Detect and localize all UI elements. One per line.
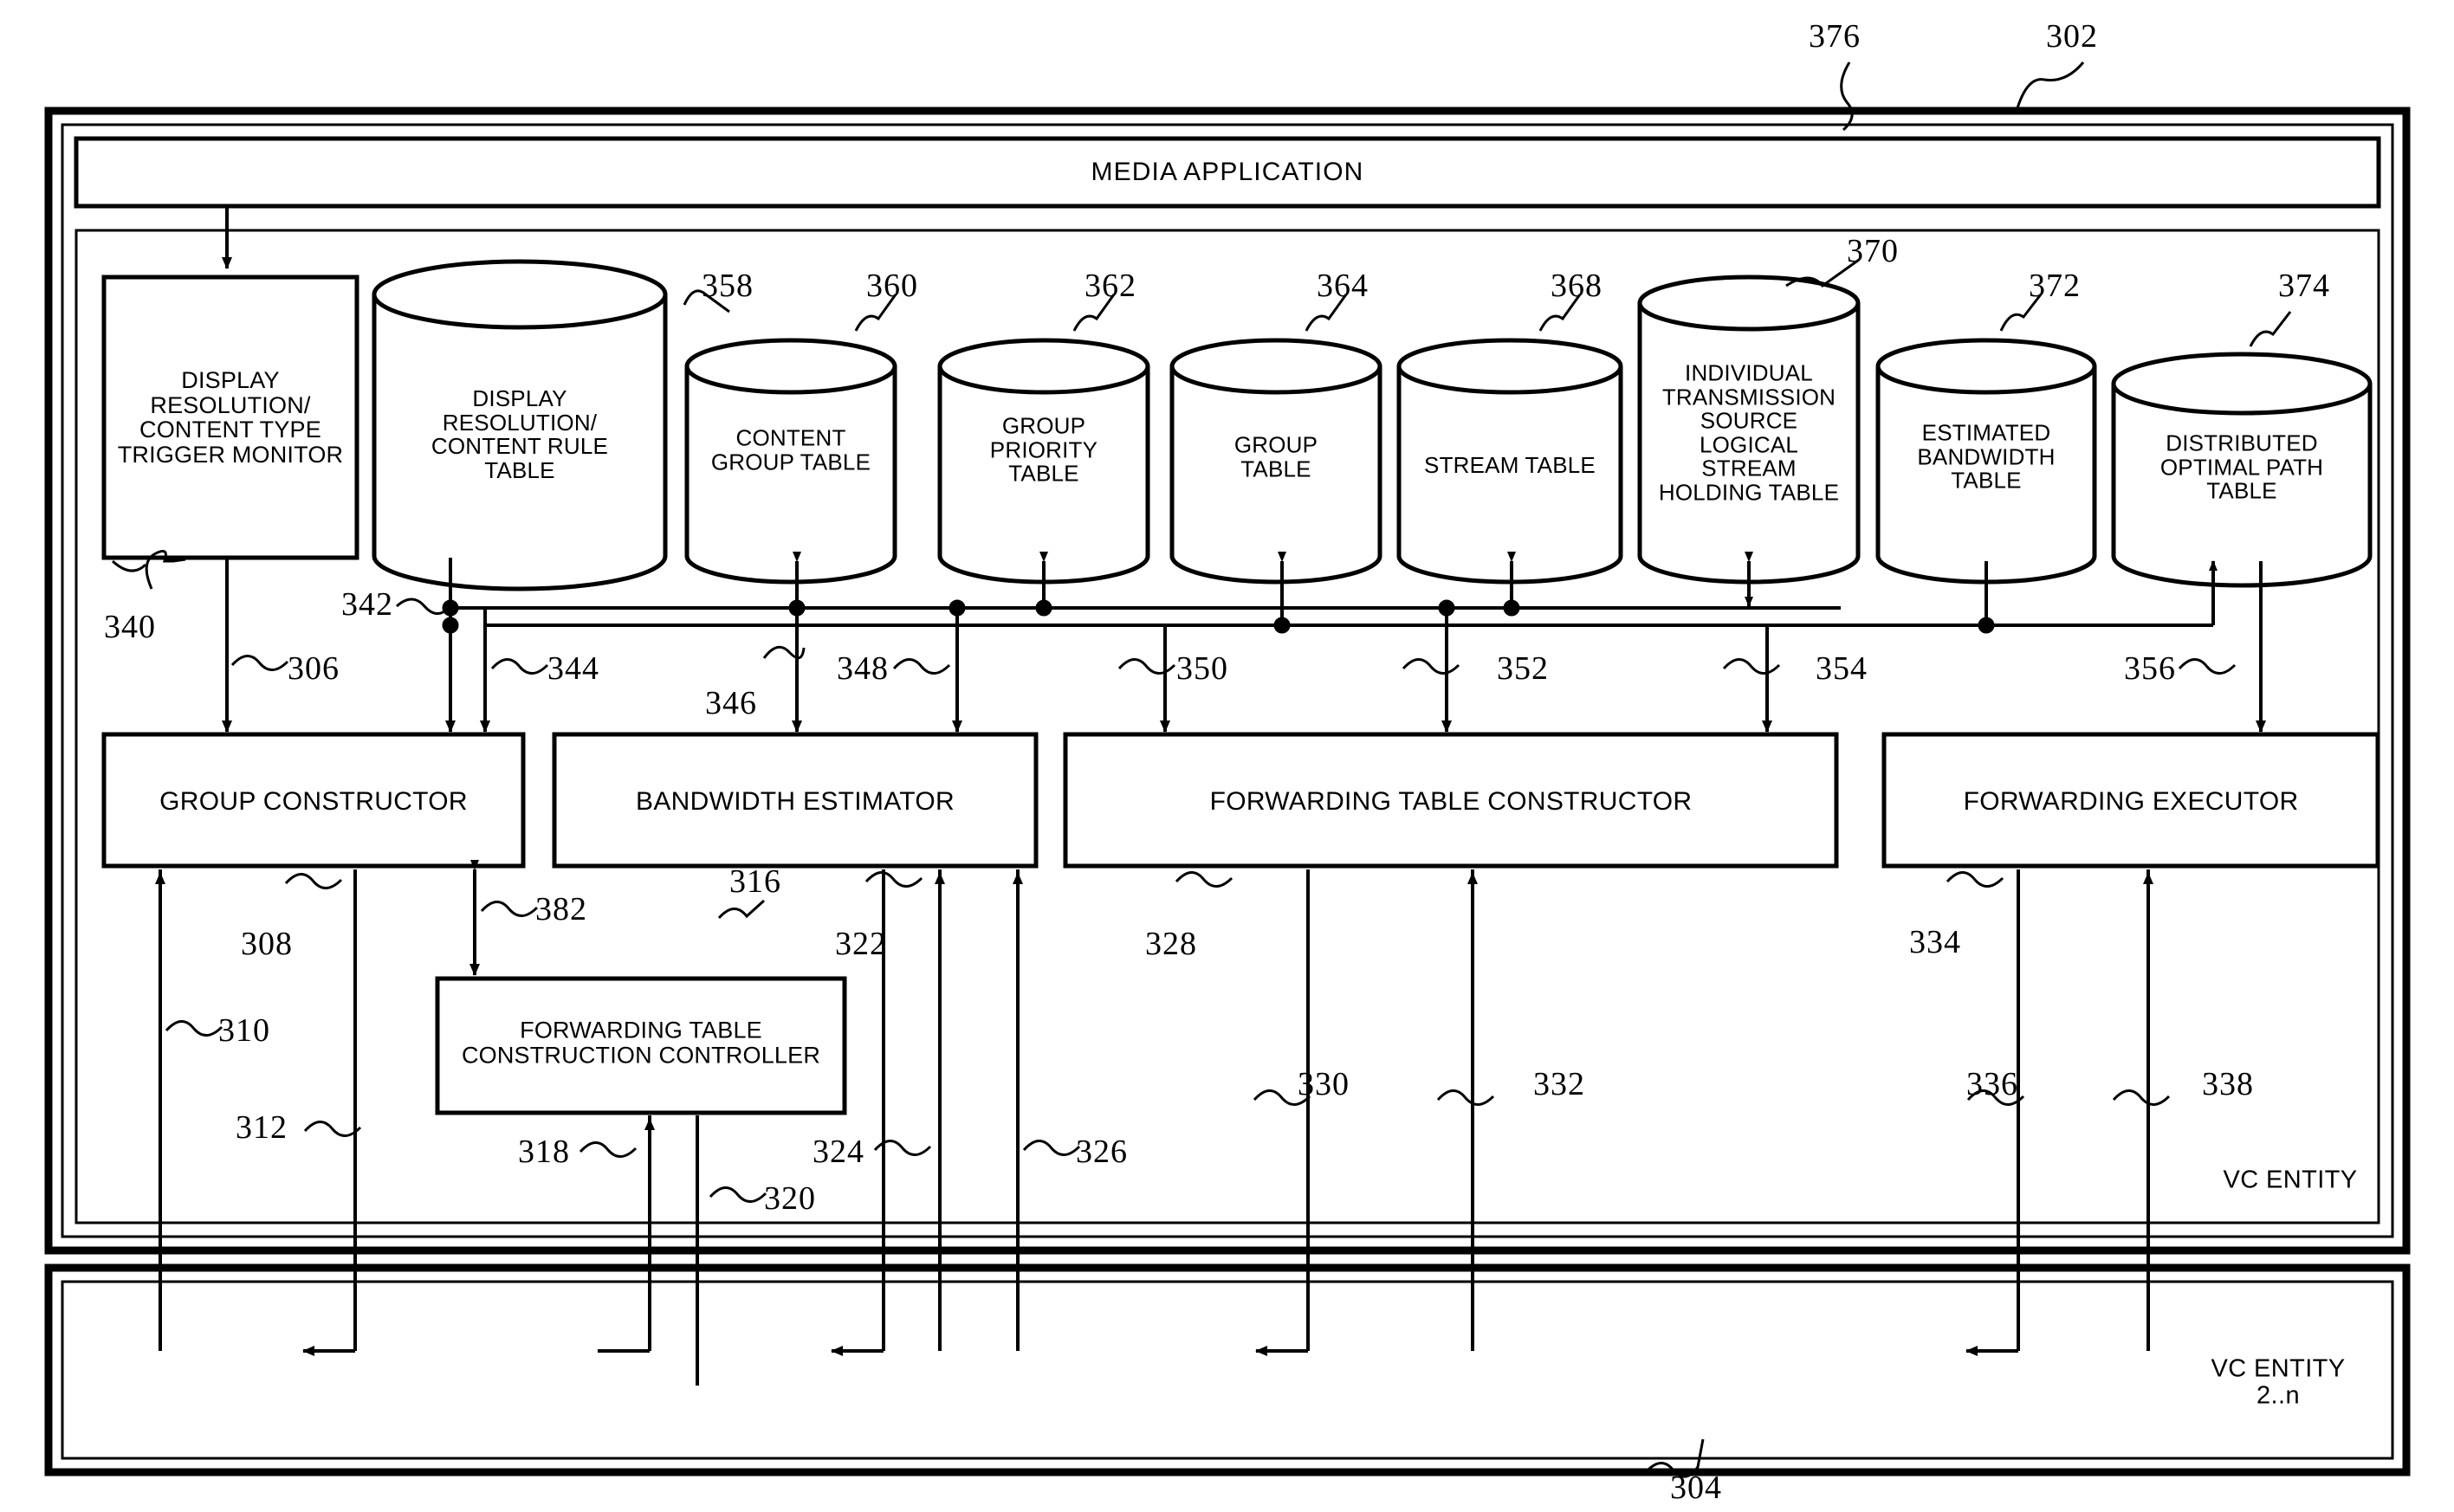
forwarding-table-constructor-label: FORWARDING TABLE CONSTRUCTOR <box>1209 787 1693 817</box>
ref-num-374: 374 <box>2278 267 2330 304</box>
ref-num-348: 348 <box>837 649 889 687</box>
ref-num-344: 344 <box>547 649 599 687</box>
stream-table-label: STREAM TABLE <box>1424 452 1596 479</box>
ref-num-322: 322 <box>835 925 887 962</box>
ref-num-304: 304 <box>1670 1469 1722 1506</box>
vc-entity-2n-label: VC ENTITY 2..n <box>2211 1354 2346 1409</box>
ref-num-336: 336 <box>1966 1065 2018 1102</box>
bandwidth-estimator-label: BANDWIDTH ESTIMATOR <box>636 787 955 817</box>
distributed-optimal-path-table-label: DISTRIBUTED OPTIMAL PATH TABLE <box>2159 430 2324 504</box>
patent-figure: 376 302 MEDIA APPLICATION DISPLAY RESOLU… <box>0 0 2454 1512</box>
ref-num-342: 342 <box>341 585 393 623</box>
ref-num-338: 338 <box>2202 1065 2254 1102</box>
content-group-table-label: CONTENT GROUP TABLE <box>710 424 871 475</box>
ref-num-376: 376 <box>1809 17 1861 55</box>
ref-num-312: 312 <box>236 1108 288 1146</box>
group-table-label: GROUP TABLE <box>1233 431 1318 481</box>
ref-num-332: 332 <box>1533 1065 1585 1102</box>
ref-num-346: 346 <box>705 684 757 721</box>
ref-num-360: 360 <box>866 267 918 304</box>
ref-num-352: 352 <box>1497 649 1549 687</box>
estimated-bandwidth-table-label: ESTIMATED BANDWIDTH TABLE <box>1917 419 2056 494</box>
ref-num-330: 330 <box>1298 1065 1350 1102</box>
ref-num-372: 372 <box>2029 267 2081 304</box>
diagram-artwork <box>44 61 2411 1478</box>
vc-entity-label: VC ENTITY <box>2223 1166 2358 1194</box>
ref-num-358: 358 <box>702 267 754 304</box>
ref-num-368: 368 <box>1551 267 1603 304</box>
ref-num-306: 306 <box>288 649 340 687</box>
ref-num-354: 354 <box>1816 649 1868 687</box>
ref-num-340: 340 <box>104 608 156 645</box>
ref-num-356: 356 <box>2124 649 2176 687</box>
ref-num-316: 316 <box>729 863 781 900</box>
ref-num-364: 364 <box>1317 267 1369 304</box>
ref-num-324: 324 <box>813 1133 864 1170</box>
ref-num-308: 308 <box>241 925 293 962</box>
group-constructor-label: GROUP CONSTRUCTOR <box>159 787 468 817</box>
ref-num-362: 362 <box>1085 267 1136 304</box>
ref-num-350: 350 <box>1176 649 1228 687</box>
ref-num-328: 328 <box>1145 925 1197 962</box>
ref-num-302: 302 <box>2046 17 2098 55</box>
ref-num-370: 370 <box>1847 232 1899 269</box>
display-resolution-content-rule-table-label: DISPLAY RESOLUTION/ CONTENT RULE TABLE <box>431 384 609 483</box>
media-application-label: MEDIA APPLICATION <box>1091 158 1364 187</box>
group-priority-table-label: GROUP PRIORITY TABLE <box>989 412 1098 487</box>
forwarding-executor-label: FORWARDING EXECUTOR <box>1963 787 2299 817</box>
ref-num-318: 318 <box>518 1133 570 1170</box>
ref-num-334: 334 <box>1909 923 1961 960</box>
ref-num-320: 320 <box>764 1179 816 1217</box>
display-resolution-content-type-trigger-monitor-label: DISPLAY RESOLUTION/ CONTENT TYPE TRIGGER… <box>117 366 344 468</box>
forwarding-table-construction-controller-label: FORWARDING TABLE CONSTRUCTION CONTROLLER <box>461 1017 821 1068</box>
individual-transmission-source-logical-stream-holding-table-label: INDIVIDUAL TRANSMISSION SOURCE LOGICAL S… <box>1658 359 1840 506</box>
ref-num-326: 326 <box>1076 1133 1128 1170</box>
ref-num-310: 310 <box>218 1011 270 1049</box>
ref-num-382: 382 <box>535 890 587 927</box>
